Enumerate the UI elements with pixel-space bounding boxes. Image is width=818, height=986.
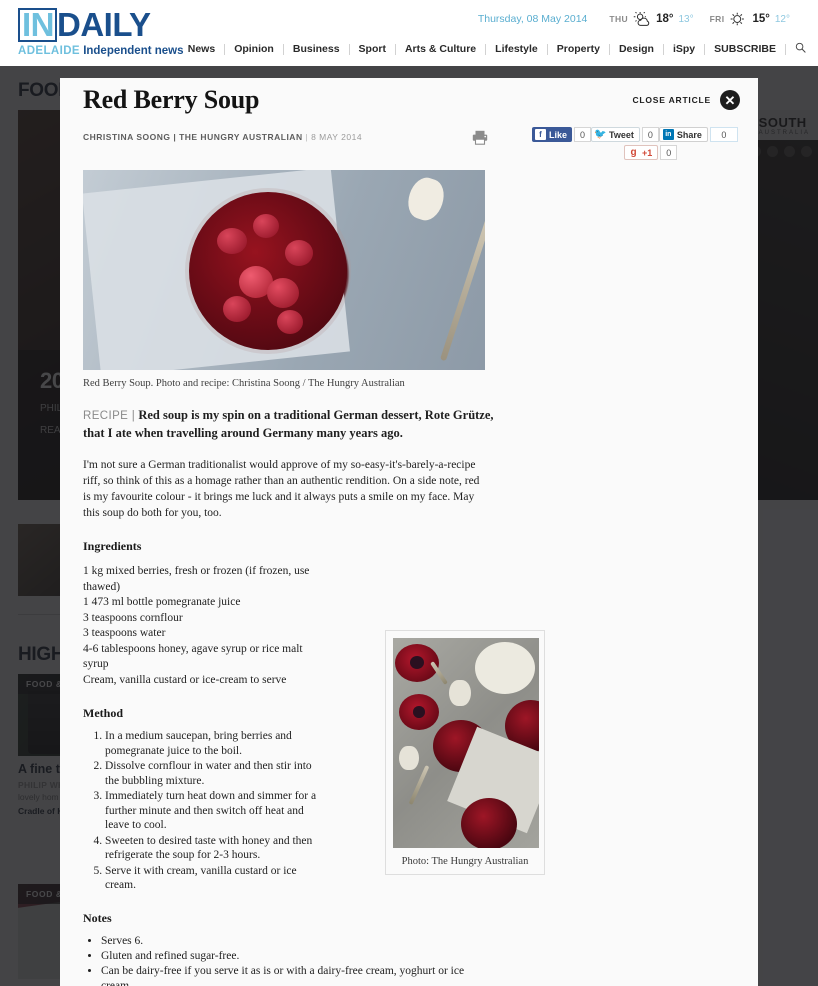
sun-behind-cloud-icon [633,11,650,26]
facebook-icon: f [535,129,546,140]
logo-wordmark: INDAILY [18,8,198,42]
note-item: Serves 6. [101,934,488,949]
nav-item-news[interactable]: News [179,43,226,55]
cream-bowl-decor [475,642,535,694]
modal-topbar: Red Berry Soup CLOSE ARTICLE ✕ [60,78,758,124]
google-plus-count: 0 [660,145,678,160]
site-logo[interactable]: INDAILY ADELAIDE Independent news [18,8,198,58]
facebook-like-label: Like [549,129,568,140]
ingredient-item: 4-6 tablespoons honey, agave syrup or ri… [83,642,303,671]
linkedin-icon: in [662,129,674,140]
weather-friday: FRI 15° 12° [710,11,790,27]
method-step: Serve it with cream, vanilla custard or … [105,864,325,893]
article-hero-image [83,170,485,370]
byline-separator: | [305,132,309,142]
weather-low: 13° [678,13,694,25]
method-step: Dissolve cornflour in water and then sti… [105,759,325,788]
twitter-tweet-count: 0 [641,127,659,142]
hero-photo-caption: Red Berry Soup. Photo and recipe: Christ… [83,378,405,389]
soup-bowl-decor [461,798,517,848]
spoon-decor [403,173,449,225]
article-paragraph: I'm not sure a German traditionalist wou… [83,459,480,519]
social-share-row-secondary: g +1 0 [624,145,732,160]
recipe-kicker: RECIPE | [83,410,136,422]
ingredients-heading: Ingredients [83,539,142,553]
notes-heading: Notes [83,910,112,925]
flower-decor [399,694,439,730]
soup-bowl-decor [189,192,347,350]
weather-high: 15° [752,13,770,25]
nav-item-opinion[interactable]: Opinion [225,43,284,55]
nav-item-property[interactable]: Property [548,43,610,55]
nav-item-ispy[interactable]: iSpy [664,43,706,55]
spoon-decor [449,680,471,706]
main-navigation: News Opinion Business Sport Arts & Cultu… [179,42,808,56]
social-share-row-primary: f Like 0 🐦 Tweet 0 in Share 0 [532,127,738,142]
byline-date: 8 MAY 2014 [311,132,363,142]
weather-high: 18° [656,13,674,25]
inset-image [393,638,539,848]
weather-low: 12° [774,13,790,25]
logo-tagline: ADELAIDE Independent news [18,44,198,58]
twitter-tweet-label: Tweet [609,129,634,140]
close-article-label: CLOSE ARTICLE [632,95,711,105]
google-plus-button[interactable]: g +1 [624,145,659,160]
byline-author: CHRISTINA SOONG | THE HUNGRY AUSTRALIAN [83,132,303,142]
weather-day-label: FRI [709,14,725,24]
ingredient-item: 1 kg mixed berries, fresh or frozen (if … [83,565,310,593]
method-step: Immediately turn heat down and simmer fo… [105,789,325,833]
date-weather-bar: Thursday, 08 May 2014 THU 18° 13° FRI 15… [478,11,806,27]
twitter-icon: 🐦 [594,129,607,140]
ingredient-item: 3 teaspoons water [83,627,166,639]
ingredients-list: 1 kg mixed berries, fresh or frozen (if … [83,564,325,688]
site-header: INDAILY ADELAIDE Independent news Thursd… [0,0,818,66]
sun-icon [731,12,745,26]
google-plus-icon: g [630,147,637,158]
nav-item-arts-culture[interactable]: Arts & Culture [396,43,487,55]
linkedin-share-label: Share [676,129,702,140]
twitter-tweet-button[interactable]: 🐦 Tweet [591,127,640,142]
inset-figure: Photo: The Hungry Australian [385,630,545,875]
article-lead-paragraph: RECIPE | Red soup is my spin on a tradit… [83,407,503,441]
weather-day-label: THU [609,14,629,24]
search-icon[interactable] [786,42,808,56]
ingredient-item: Cream, vanilla custard or ice-cream to s… [83,673,287,686]
note-item: Gluten and refined sugar-free. [101,949,488,964]
notes-list: Serves 6. Gluten and refined sugar-free.… [83,934,488,986]
current-date: Thursday, 08 May 2014 [477,13,588,25]
nav-item-lifestyle[interactable]: Lifestyle [486,43,548,55]
byline: CHRISTINA SOONG | THE HUNGRY AUSTRALIAN … [83,132,362,142]
spoon-decor [399,746,419,770]
logo-adelaide-text: ADELAIDE [18,45,80,57]
close-article-button[interactable]: CLOSE ARTICLE ✕ [632,90,740,110]
logo-daily-text: DAILY [57,6,151,43]
method-list: In a medium saucepan, bring berries and … [83,729,325,893]
article-lead-text: Red soup is my spin on a traditional Ger… [83,408,494,440]
method-step: Sweeten to desired taste with honey and … [105,834,325,863]
weather-thursday: THU 18° 13° [609,11,694,27]
nav-item-sport[interactable]: Sport [350,43,396,55]
page-title: Red Berry Soup [83,85,260,114]
nav-item-design[interactable]: Design [610,43,664,55]
print-icon[interactable] [472,130,488,150]
logo-tagline-text: Independent news [83,45,184,57]
article-modal: Red Berry Soup CLOSE ARTICLE ✕ CHRISTINA… [60,78,758,986]
method-step: In a medium saucepan, bring berries and … [105,729,325,758]
social-share-bar: f Like 0 🐦 Tweet 0 in Share 0 g +1 0 [532,127,738,160]
linkedin-share-button[interactable]: in Share [658,127,708,142]
ingredient-item: 3 teaspoons cornflour [83,611,183,624]
ingredient-item: 1 473 ml bottle pomegranate juice [83,596,241,608]
note-item: Can be dairy-free if you serve it as is … [101,964,488,986]
google-plus-label: +1 [642,147,653,158]
spoon-handle-decor [439,216,485,362]
logo-in-text: IN [18,8,57,42]
nav-item-business[interactable]: Business [284,43,350,55]
facebook-like-count: 0 [574,127,592,142]
close-icon[interactable]: ✕ [720,90,740,110]
spoon-handle-decor [408,765,430,805]
facebook-like-button[interactable]: f Like [532,127,573,142]
inset-caption: Photo: The Hungry Australian [401,856,529,867]
linkedin-share-count: 0 [709,127,738,142]
nav-item-subscribe[interactable]: SUBSCRIBE [705,43,786,55]
